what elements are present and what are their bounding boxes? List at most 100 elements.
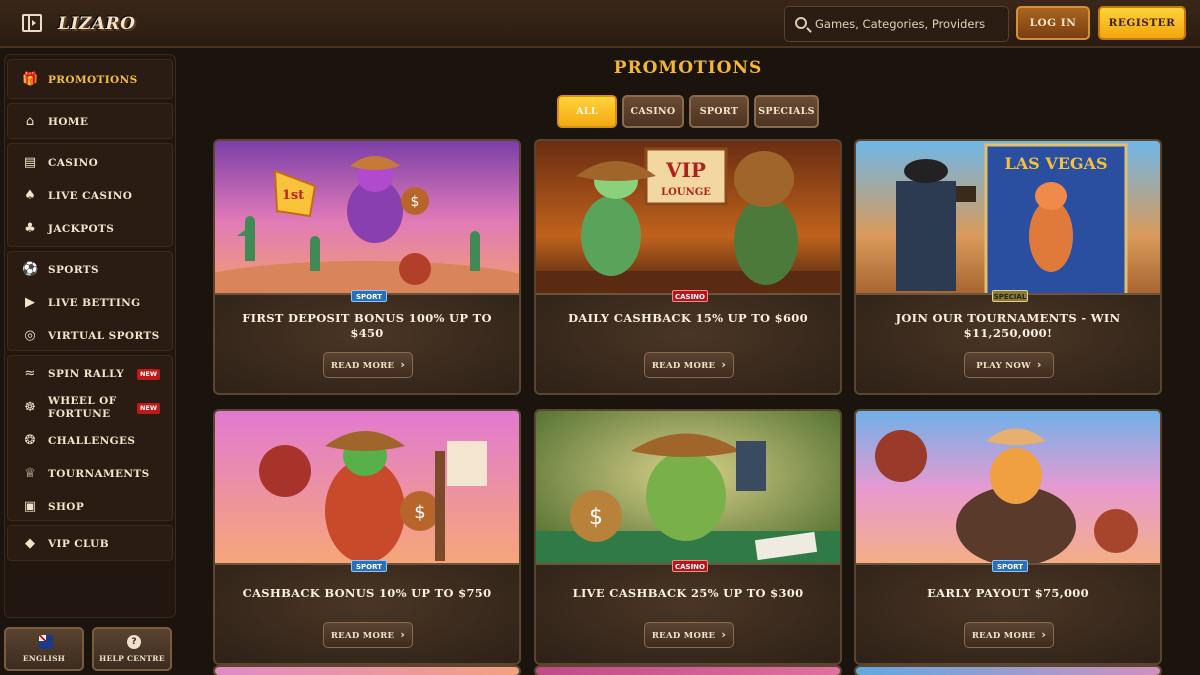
new-badge: NEW bbox=[136, 369, 160, 380]
svg-text:$: $ bbox=[589, 505, 603, 530]
sidebar-item-wheel-of-fortune[interactable]: ☸ WHEEL OF FORTUNE NEW bbox=[8, 393, 174, 423]
sidebar-item-live-betting[interactable]: ▶ LIVE BETTING bbox=[8, 288, 174, 318]
button-label: READ MORE bbox=[651, 361, 716, 371]
lounge-sign-text: LOUNGE bbox=[661, 187, 711, 198]
promo-card-title: JOIN OUR TOURNAMENTS - WIN $11,250,000! bbox=[895, 311, 1121, 340]
shopping-bag-icon: ▣ bbox=[23, 499, 37, 514]
language-label: ENGLISH bbox=[22, 654, 66, 663]
promo-card-image bbox=[856, 411, 1160, 569]
sidebar-item-spin-rally[interactable]: ≈ SPIN RALLY NEW bbox=[8, 359, 174, 389]
help-centre-button[interactable]: ? HELP CENTRE bbox=[92, 627, 172, 671]
promo-card-info bbox=[536, 563, 840, 663]
language-button[interactable]: ENGLISH bbox=[4, 627, 84, 671]
label-line-2: FORTUNE bbox=[48, 408, 111, 420]
diamond-icon: ◆ bbox=[25, 536, 35, 551]
sidebar-item-label: HOME bbox=[48, 116, 89, 128]
promo-card-partial[interactable] bbox=[854, 665, 1162, 675]
trophy-icon: ♕ bbox=[24, 466, 36, 481]
promo-card-title: DAILY CASHBACK 15% UP TO $600 bbox=[568, 311, 808, 325]
sidebar: 🎁 PROMOTIONS ⌂ HOME ▤ CASINO ♠ LIVE CASI… bbox=[4, 54, 176, 618]
sidebar-item-label: SHOP bbox=[48, 501, 85, 513]
vip-sign-text: VIP bbox=[665, 158, 706, 182]
play-now-button[interactable]: PLAY NOW › bbox=[964, 352, 1054, 378]
promo-card[interactable]: SPORT EARLY PAYOUT $75,000 READ MORE › bbox=[854, 409, 1162, 665]
nav-group-features: ≈ SPIN RALLY NEW ☸ WHEEL OF FORTUNE NEW ❂… bbox=[7, 355, 173, 521]
sidebar-item-label: CHALLENGES bbox=[48, 435, 136, 447]
button-label: PLAY NOW bbox=[976, 361, 1031, 371]
sidebar-item-home[interactable]: ⌂ HOME bbox=[8, 107, 174, 137]
filter-specials[interactable]: SPECIALS bbox=[754, 95, 819, 128]
read-more-button[interactable]: READ MORE › bbox=[964, 622, 1054, 648]
promo-card[interactable]: VIP LOUNGE CASINO DAILY CASHBACK 15% UP … bbox=[534, 139, 842, 395]
sidebar-item-label: LIVE CASINO bbox=[48, 190, 133, 202]
promo-card[interactable]: $ CASINO LIVE CASHBACK 25% UP TO $300 RE… bbox=[534, 409, 842, 665]
medal-icon: ❂ bbox=[24, 433, 36, 448]
chevron-right-icon: › bbox=[400, 358, 406, 371]
home-icon: ⌂ bbox=[25, 114, 35, 129]
nav-group-casino: ▤ CASINO ♠ LIVE CASINO ♣ JACKPOTS bbox=[7, 143, 173, 247]
chevron-right-icon: › bbox=[721, 628, 727, 641]
category-tag: SPECIAL bbox=[992, 290, 1028, 302]
nav-group-sports: ⚽ SPORTS ▶ LIVE BETTING ◎ VIRTUAL SPORTS bbox=[7, 251, 173, 351]
promo-card-image: 1st $ bbox=[215, 141, 519, 299]
promo-card[interactable]: LAS VEGAS SPECIAL JOIN OUR TOURNAMENTS -… bbox=[854, 139, 1162, 395]
category-tag: SPORT bbox=[351, 560, 387, 572]
sidebar-item-challenges[interactable]: ❂ CHALLENGES bbox=[8, 426, 174, 456]
category-tag: CASINO bbox=[672, 560, 708, 572]
promo-card-partial[interactable] bbox=[213, 665, 521, 675]
read-more-button[interactable]: READ MORE › bbox=[644, 352, 734, 378]
sidebar-toggle-icon[interactable] bbox=[22, 14, 42, 32]
virtual-icon: ◎ bbox=[24, 328, 36, 343]
category-tag: SPORT bbox=[992, 560, 1028, 572]
svg-text:$: $ bbox=[411, 194, 420, 210]
sidebar-item-vip-club[interactable]: ◆ VIP CLUB bbox=[8, 529, 174, 559]
search-box[interactable] bbox=[784, 6, 1009, 42]
logo[interactable]: LIZARO bbox=[58, 6, 135, 42]
top-header: LIZARO LOG IN REGISTER bbox=[0, 0, 1200, 48]
promo-card-image: $ bbox=[215, 411, 519, 569]
promo-card-title: LIVE CASHBACK 25% UP TO $300 bbox=[572, 586, 804, 600]
nav-group-vip: ◆ VIP CLUB bbox=[7, 525, 173, 561]
search-icon bbox=[795, 17, 807, 29]
promo-card[interactable]: 1st $ SPORT FIRST DEPOSIT BONUS 100% UP … bbox=[213, 139, 521, 395]
read-more-button[interactable]: READ MORE › bbox=[323, 622, 413, 648]
promo-card-info bbox=[215, 563, 519, 663]
sidebar-item-label: WHEEL OF FORTUNE bbox=[48, 395, 117, 421]
login-button[interactable]: LOG IN bbox=[1016, 6, 1090, 40]
sidebar-item-label: JACKPOTS bbox=[48, 223, 115, 235]
promo-card-partial[interactable] bbox=[534, 665, 842, 675]
filter-sport[interactable]: SPORT bbox=[689, 95, 749, 128]
clover-icon: ♣ bbox=[24, 221, 36, 236]
sidebar-item-promotions[interactable]: 🎁 PROMOTIONS bbox=[8, 65, 174, 95]
promo-card-info bbox=[536, 293, 840, 393]
read-more-button[interactable]: READ MORE › bbox=[323, 352, 413, 378]
label-line-1: WHEEL OF bbox=[48, 395, 117, 407]
promo-card-image: VIP LOUNGE bbox=[536, 141, 840, 299]
promo-card-info bbox=[215, 293, 519, 393]
new-badge: NEW bbox=[136, 403, 160, 414]
sidebar-item-label: VIRTUAL SPORTS bbox=[48, 330, 160, 342]
sidebar-item-shop[interactable]: ▣ SHOP bbox=[8, 492, 174, 522]
slot-machine-icon: ▤ bbox=[23, 155, 37, 170]
sidebar-item-virtual-sports[interactable]: ◎ VIRTUAL SPORTS bbox=[8, 321, 174, 351]
rally-icon: ≈ bbox=[24, 366, 36, 381]
sidebar-item-sports[interactable]: ⚽ SPORTS bbox=[8, 255, 174, 285]
sidebar-item-label: TOURNAMENTS bbox=[48, 468, 150, 480]
sidebar-item-casino[interactable]: ▤ CASINO bbox=[8, 148, 174, 178]
filter-all[interactable]: ALL bbox=[557, 95, 617, 128]
filter-casino[interactable]: CASINO bbox=[622, 95, 684, 128]
wheel-icon: ☸ bbox=[24, 400, 36, 415]
soccer-ball-icon: ⚽ bbox=[22, 262, 39, 277]
promo-card-title: FIRST DEPOSIT BONUS 100% UP TO $450 bbox=[242, 311, 492, 340]
search-input[interactable] bbox=[815, 7, 1005, 41]
promo-card[interactable]: $ SPORT CASHBACK BONUS 10% UP TO $750 RE… bbox=[213, 409, 521, 665]
sidebar-item-live-casino[interactable]: ♠ LIVE CASINO bbox=[8, 181, 174, 211]
read-more-button[interactable]: READ MORE › bbox=[644, 622, 734, 648]
sidebar-item-tournaments[interactable]: ♕ TOURNAMENTS bbox=[8, 459, 174, 489]
category-tag: CASINO bbox=[672, 290, 708, 302]
first-sign-text: 1st bbox=[282, 188, 304, 203]
flag-icon bbox=[39, 635, 53, 649]
sidebar-item-label: PROMOTIONS bbox=[48, 74, 138, 86]
sidebar-item-jackpots[interactable]: ♣ JACKPOTS bbox=[8, 214, 174, 244]
register-button[interactable]: REGISTER bbox=[1098, 6, 1186, 40]
